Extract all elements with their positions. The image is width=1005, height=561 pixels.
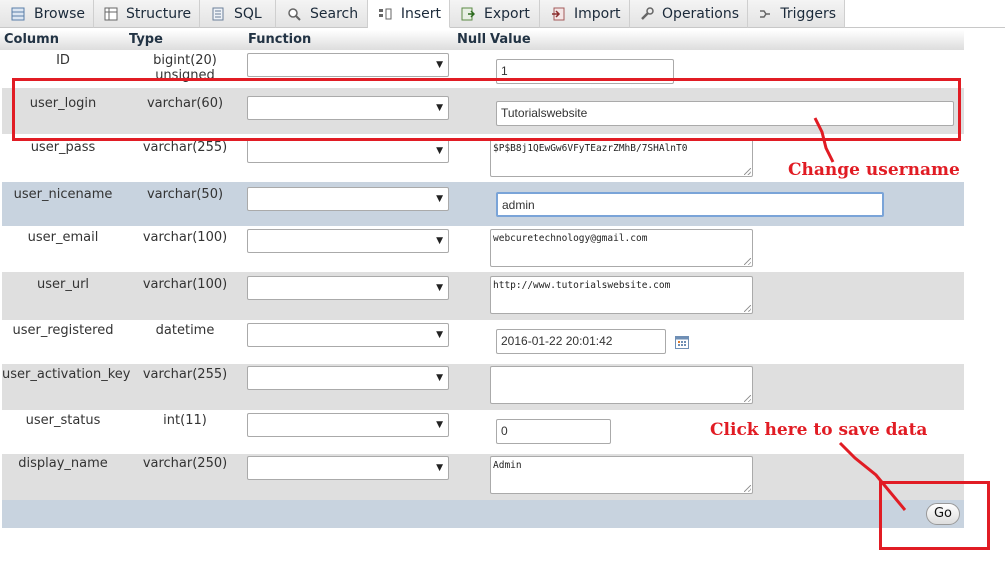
annotation-save-data: Click here to save data <box>710 420 928 440</box>
annotation-arrows <box>813 117 907 511</box>
annotation-arrow-username <box>813 117 835 163</box>
annotation-arrow-save <box>838 441 907 511</box>
annotation-change-username: Change username <box>788 160 960 180</box>
